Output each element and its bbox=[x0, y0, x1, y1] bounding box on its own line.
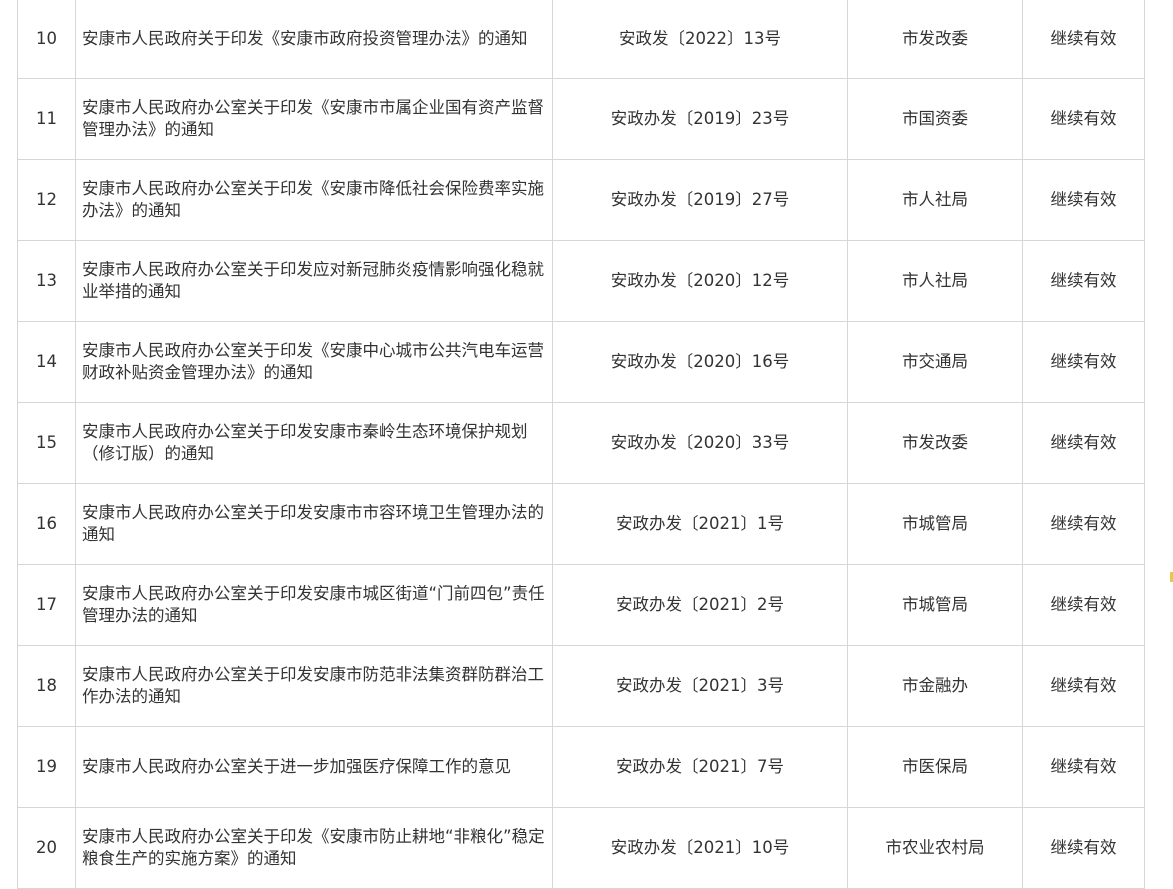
row-number: 11 bbox=[17, 78, 76, 160]
table-row: 12 安康市人民政府办公室关于印发《安康市降低社会保险费率实施办法》的通知 安政… bbox=[17, 159, 1145, 241]
documents-table-body: 10 安康市人民政府关于印发《安康市政府投资管理办法》的通知 安政发〔2022〕… bbox=[17, 0, 1145, 889]
row-number: 12 bbox=[17, 159, 76, 241]
table-row: 10 安康市人民政府关于印发《安康市政府投资管理办法》的通知 安政发〔2022〕… bbox=[17, 0, 1145, 79]
validity-status: 继续有效 bbox=[1022, 645, 1145, 727]
document-number: 安政办发〔2021〕7号 bbox=[552, 726, 848, 808]
document-title: 安康市人民政府办公室关于印发安康市市容环境卫生管理办法的通知 bbox=[75, 483, 553, 565]
table-row: 20 安康市人民政府办公室关于印发《安康市防止耕地“非粮化”稳定粮食生产的实施方… bbox=[17, 807, 1145, 889]
table-row: 11 安康市人民政府办公室关于印发《安康市市属企业国有资产监督管理办法》的通知 … bbox=[17, 78, 1145, 160]
document-title: 安康市人民政府办公室关于印发安康市秦岭生态环境保护规划（修订版）的通知 bbox=[75, 402, 553, 484]
document-title: 安康市人民政府办公室关于印发安康市防范非法集资群防群治工作办法的通知 bbox=[75, 645, 553, 727]
document-title: 安康市人民政府办公室关于印发应对新冠肺炎疫情影响强化稳就业举措的通知 bbox=[75, 240, 553, 322]
table-row: 18 安康市人民政府办公室关于印发安康市防范非法集资群防群治工作办法的通知 安政… bbox=[17, 645, 1145, 727]
issuing-department: 市人社局 bbox=[847, 159, 1023, 241]
document-number: 安政办发〔2021〕1号 bbox=[552, 483, 848, 565]
document-number: 安政办发〔2019〕27号 bbox=[552, 159, 848, 241]
table-row: 15 安康市人民政府办公室关于印发安康市秦岭生态环境保护规划（修订版）的通知 安… bbox=[17, 402, 1145, 484]
row-number: 20 bbox=[17, 807, 76, 889]
document-number: 安政办发〔2021〕3号 bbox=[552, 645, 848, 727]
document-title: 安康市人民政府办公室关于印发《安康市防止耕地“非粮化”稳定粮食生产的实施方案》的… bbox=[75, 807, 553, 889]
row-number: 10 bbox=[17, 0, 76, 79]
validity-status: 继续有效 bbox=[1022, 78, 1145, 160]
document-number: 安政办发〔2020〕16号 bbox=[552, 321, 848, 403]
issuing-department: 市金融办 bbox=[847, 645, 1023, 727]
validity-status: 继续有效 bbox=[1022, 807, 1145, 889]
document-title: 安康市人民政府办公室关于印发《安康市市属企业国有资产监督管理办法》的通知 bbox=[75, 78, 553, 160]
document-title: 安康市人民政府办公室关于印发《安康中心城市公共汽电车运营财政补贴资金管理办法》的… bbox=[75, 321, 553, 403]
document-title: 安康市人民政府关于印发《安康市政府投资管理办法》的通知 bbox=[75, 0, 553, 79]
document-number: 安政发〔2022〕13号 bbox=[552, 0, 848, 79]
issuing-department: 市城管局 bbox=[847, 483, 1023, 565]
table-row: 13 安康市人民政府办公室关于印发应对新冠肺炎疫情影响强化稳就业举措的通知 安政… bbox=[17, 240, 1145, 322]
issuing-department: 市人社局 bbox=[847, 240, 1023, 322]
validity-status: 继续有效 bbox=[1022, 240, 1145, 322]
validity-status: 继续有效 bbox=[1022, 402, 1145, 484]
documents-table: 10 安康市人民政府关于印发《安康市政府投资管理办法》的通知 安政发〔2022〕… bbox=[17, 0, 1145, 889]
validity-status: 继续有效 bbox=[1022, 0, 1145, 79]
table-row: 19 安康市人民政府办公室关于进一步加强医疗保障工作的意见 安政办发〔2021〕… bbox=[17, 726, 1145, 808]
row-number: 14 bbox=[17, 321, 76, 403]
document-title: 安康市人民政府办公室关于印发《安康市降低社会保险费率实施办法》的通知 bbox=[75, 159, 553, 241]
document-number: 安政办发〔2020〕33号 bbox=[552, 402, 848, 484]
table-row: 16 安康市人民政府办公室关于印发安康市市容环境卫生管理办法的通知 安政办发〔2… bbox=[17, 483, 1145, 565]
validity-status: 继续有效 bbox=[1022, 483, 1145, 565]
document-title: 安康市人民政府办公室关于印发安康市城区街道“门前四包”责任管理办法的通知 bbox=[75, 564, 553, 646]
issuing-department: 市医保局 bbox=[847, 726, 1023, 808]
document-title: 安康市人民政府办公室关于进一步加强医疗保障工作的意见 bbox=[75, 726, 553, 808]
row-number: 18 bbox=[17, 645, 76, 727]
table-row: 17 安康市人民政府办公室关于印发安康市城区街道“门前四包”责任管理办法的通知 … bbox=[17, 564, 1145, 646]
document-number: 安政办发〔2019〕23号 bbox=[552, 78, 848, 160]
issuing-department: 市城管局 bbox=[847, 564, 1023, 646]
table-row: 14 安康市人民政府办公室关于印发《安康中心城市公共汽电车运营财政补贴资金管理办… bbox=[17, 321, 1145, 403]
row-number: 17 bbox=[17, 564, 76, 646]
validity-status: 继续有效 bbox=[1022, 321, 1145, 403]
row-number: 13 bbox=[17, 240, 76, 322]
document-number: 安政办发〔2021〕2号 bbox=[552, 564, 848, 646]
validity-status: 继续有效 bbox=[1022, 159, 1145, 241]
validity-status: 继续有效 bbox=[1022, 564, 1145, 646]
issuing-department: 市发改委 bbox=[847, 0, 1023, 79]
document-number: 安政办发〔2020〕12号 bbox=[552, 240, 848, 322]
issuing-department: 市国资委 bbox=[847, 78, 1023, 160]
row-number: 19 bbox=[17, 726, 76, 808]
row-number: 16 bbox=[17, 483, 76, 565]
row-number: 15 bbox=[17, 402, 76, 484]
issuing-department: 市发改委 bbox=[847, 402, 1023, 484]
document-number: 安政办发〔2021〕10号 bbox=[552, 807, 848, 889]
validity-status: 继续有效 bbox=[1022, 726, 1145, 808]
issuing-department: 市农业农村局 bbox=[847, 807, 1023, 889]
issuing-department: 市交通局 bbox=[847, 321, 1023, 403]
